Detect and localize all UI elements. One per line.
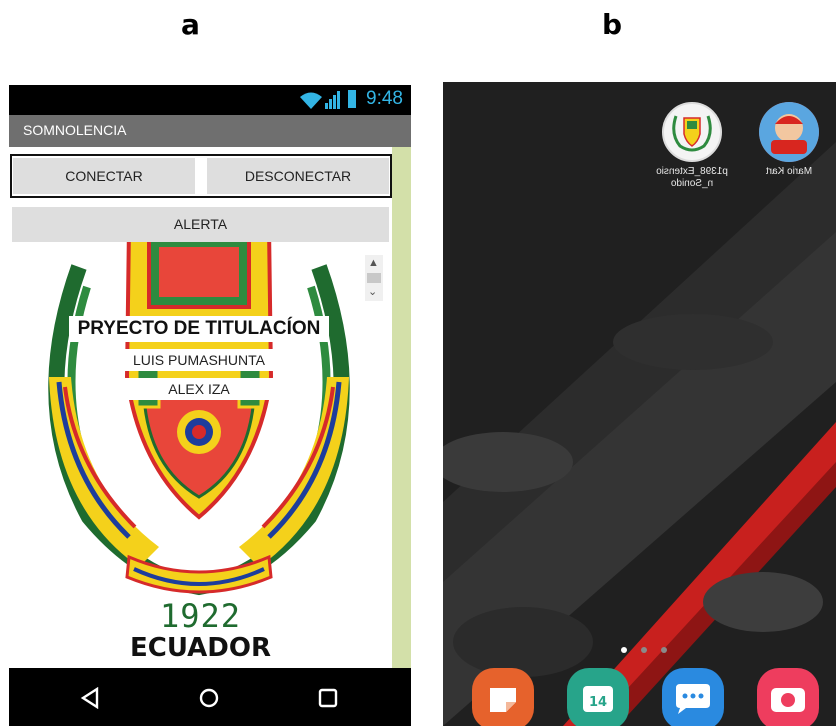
back-icon[interactable] [79, 687, 101, 709]
panel-label-a: a [181, 8, 200, 41]
phone-screen-a: 9:48 SOMNOLENCIA 1922 ECUADOR CONECTAR D… [9, 85, 411, 726]
scrollbar[interactable] [392, 147, 411, 668]
connect-button[interactable]: CONECTAR [13, 158, 195, 194]
wifi-signal-icon [300, 91, 340, 109]
author-name: LUIS PUMASHUNTA [99, 349, 299, 371]
app-shortcut[interactable]: Mario Kart [753, 102, 825, 178]
disconnect-button[interactable]: DESCONECTAR [207, 158, 389, 194]
page-dot[interactable] [621, 647, 627, 653]
button-row: CONECTAR DESCONECTAR [10, 154, 392, 198]
crest-icon [662, 102, 722, 162]
page-indicator [621, 640, 681, 658]
chevron-down-icon[interactable]: ⌄ [368, 285, 377, 298]
mario-kart-icon [759, 102, 819, 162]
wallpaper-image [443, 82, 836, 726]
page-dot[interactable] [661, 647, 667, 653]
battery-icon [348, 90, 356, 108]
app-label: Mario Kart [765, 166, 813, 177]
panel-label-b: b [602, 8, 623, 41]
camera-icon[interactable] [757, 668, 819, 726]
page-dot[interactable] [641, 647, 647, 653]
navigation-bar [9, 668, 411, 726]
svg-text:14: 14 [589, 695, 607, 710]
app-shortcut[interactable]: p1398_Extensio n_Sonido [656, 102, 728, 190]
messages-icon[interactable] [662, 668, 724, 726]
alert-button[interactable]: ALERTA [12, 207, 389, 242]
status-time: 9:48 [366, 88, 403, 109]
home-icon[interactable] [198, 687, 220, 709]
app-label: p1398_Extensio n_Sonido [656, 166, 728, 189]
list-scroller[interactable]: ▲ ⌄ [365, 255, 383, 301]
recent-apps-icon[interactable] [317, 687, 339, 709]
phone-screen-b: p1398_Extensio n_Sonido Mario Kart 14 [443, 82, 836, 726]
scroll-thumb[interactable] [367, 273, 381, 283]
calendar-icon[interactable]: 14 [567, 668, 629, 726]
app-content[interactable]: 1922 ECUADOR CONECTAR DESCONECTAR ALERTA… [9, 147, 411, 668]
author-name: ALEX IZA [99, 378, 299, 400]
chevron-up-icon[interactable]: ▲ [368, 257, 379, 269]
notes-icon[interactable] [472, 668, 534, 726]
app-title-bar: SOMNOLENCIA [9, 115, 411, 147]
app-title: SOMNOLENCIA [23, 122, 127, 138]
crest-year: 1922 [159, 597, 242, 635]
crest-country: ECUADOR [130, 633, 271, 663]
project-title: PRYECTO DE TITULACÍON [69, 316, 329, 342]
status-bar: 9:48 [9, 85, 411, 115]
